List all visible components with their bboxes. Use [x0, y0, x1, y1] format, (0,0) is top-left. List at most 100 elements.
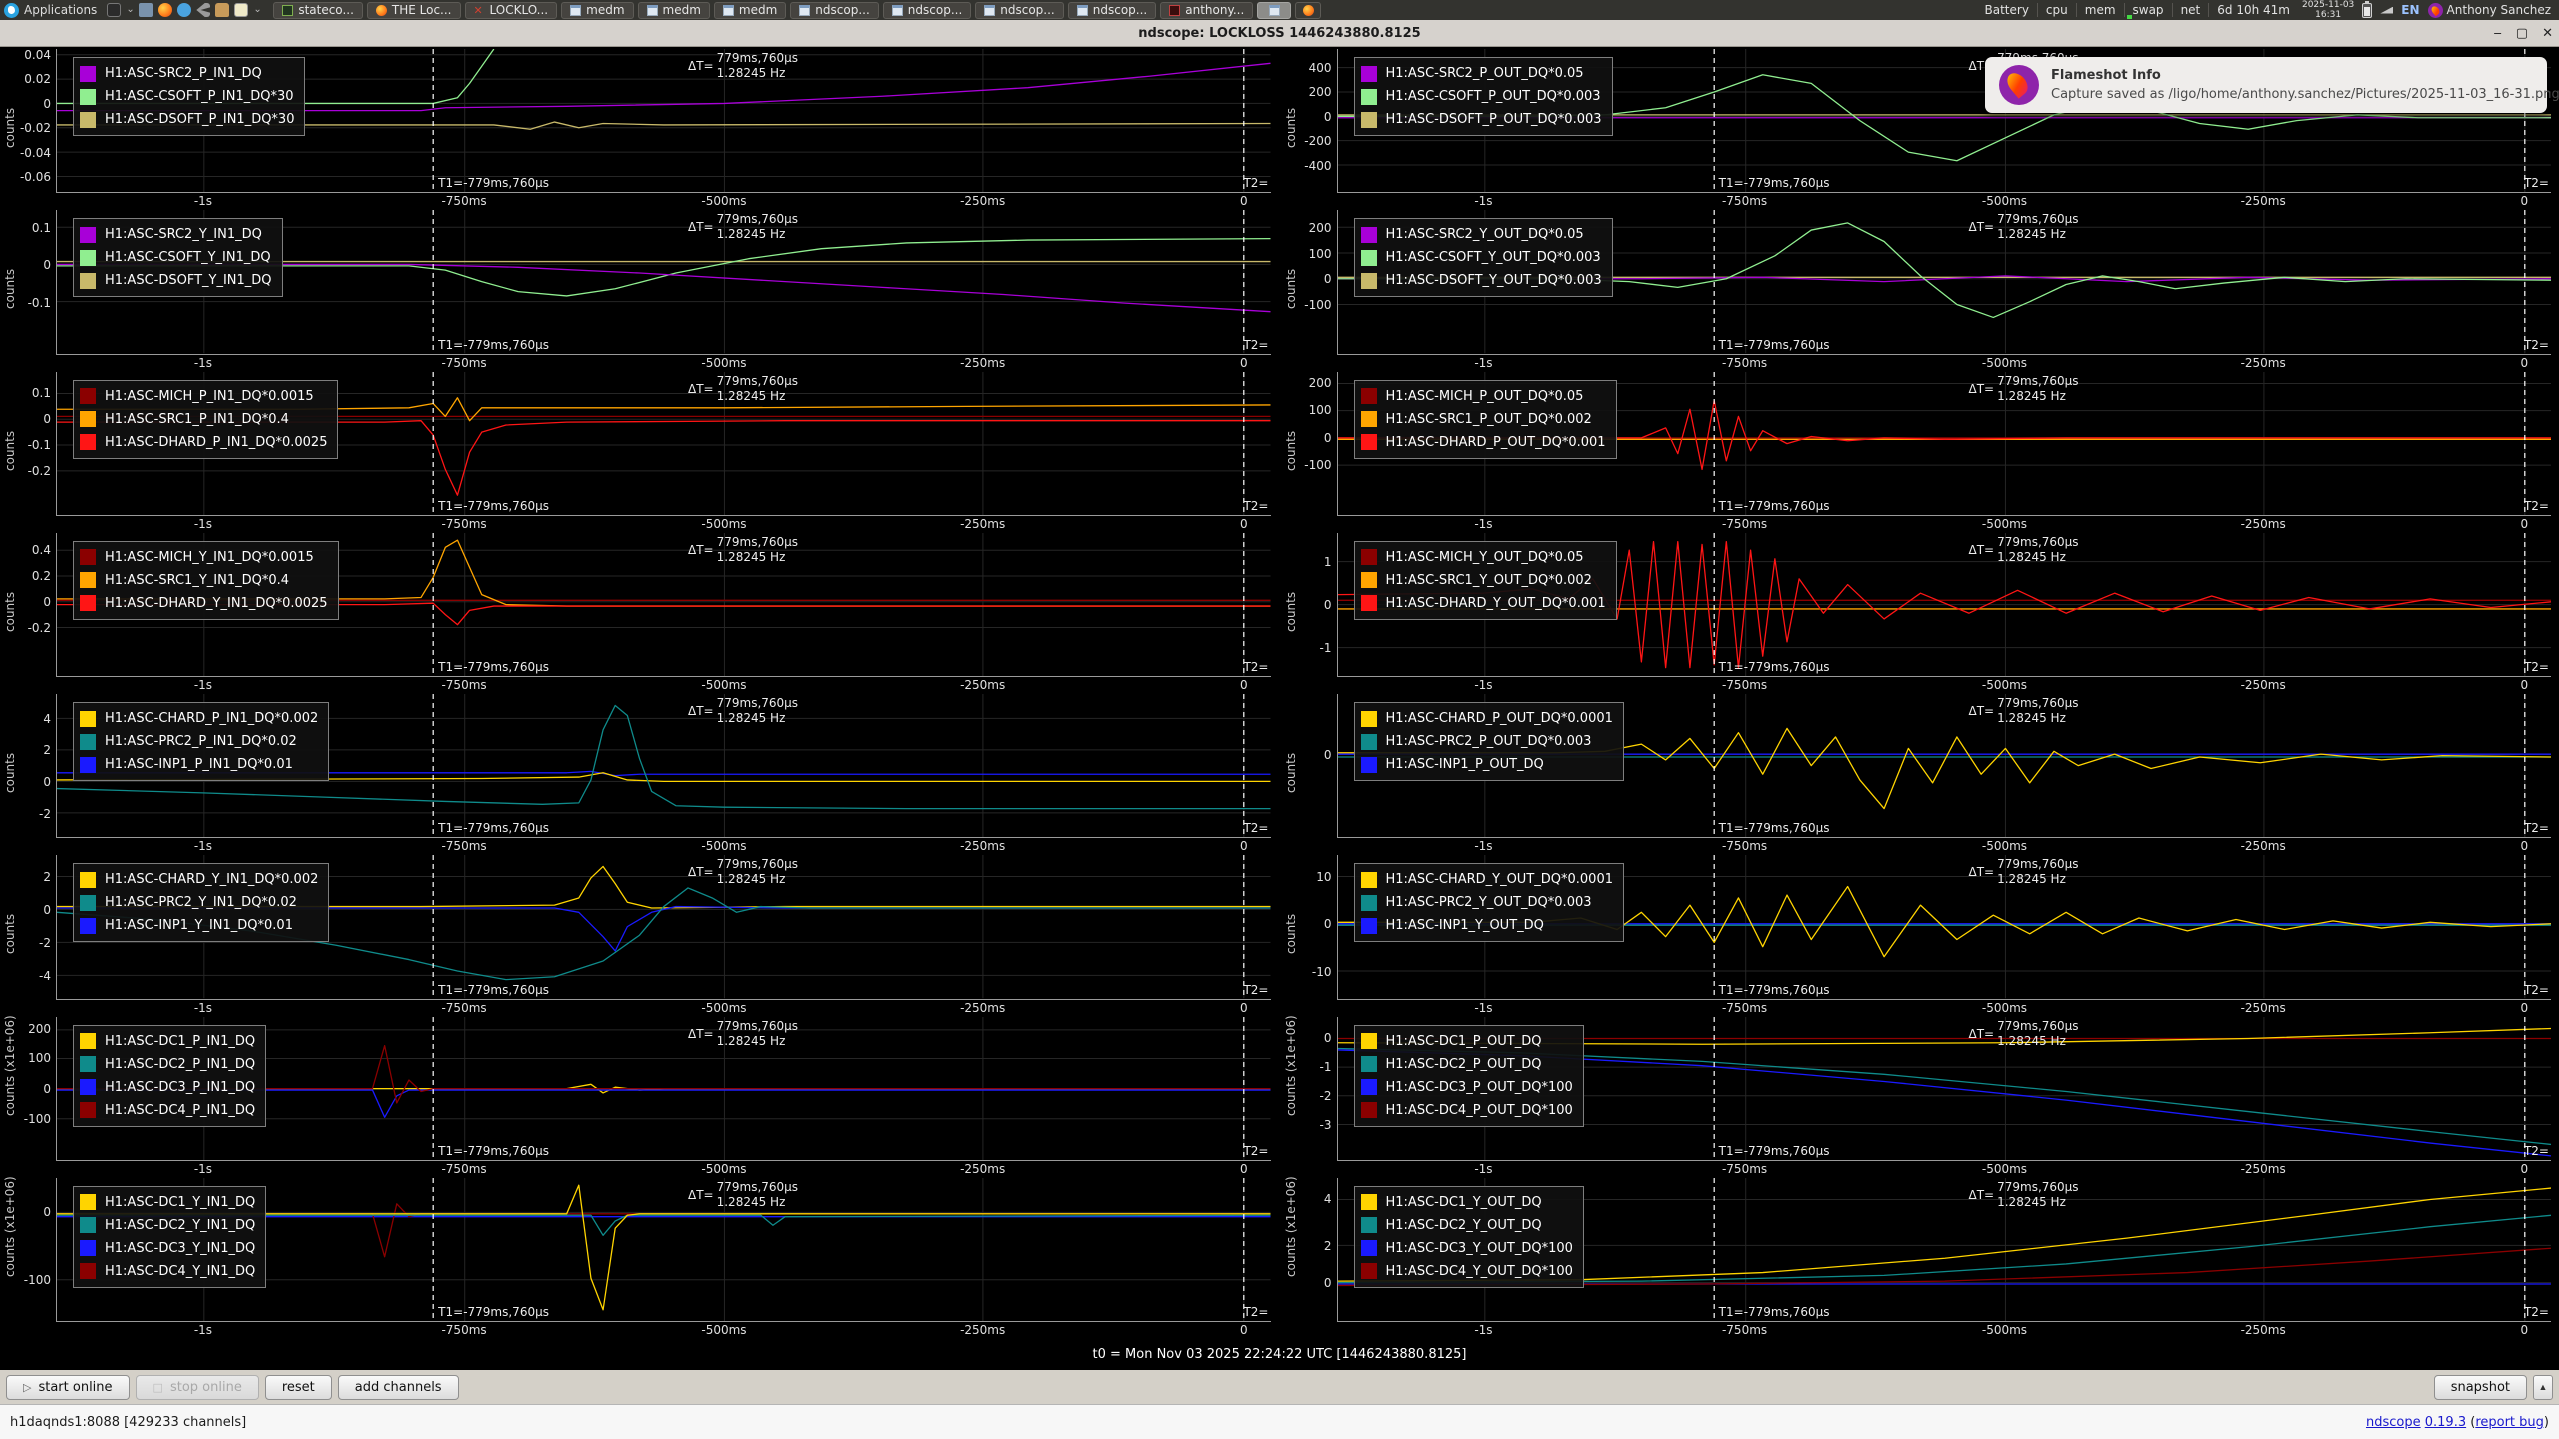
taskbar-window-3[interactable]: ✕LOCKLO...	[465, 2, 558, 19]
taskbar-window-2[interactable]: THE Loc...	[367, 2, 461, 19]
channel-name: H1:ASC-MICH_Y_IN1_DQ*0.0015	[105, 550, 314, 565]
taskbar-window-8[interactable]: ndscop...	[883, 2, 971, 19]
legend: H1:ASC-SRC2_P_IN1_DQH1:ASC-CSOFT_P_IN1_D…	[73, 57, 305, 136]
window-button-label: ndscop...	[1000, 3, 1054, 17]
plot-area-src2-y-in[interactable]: H1:ASC-SRC2_Y_IN1_DQH1:ASC-CSOFT_Y_IN1_D…	[56, 210, 1271, 354]
taskbar-window-7[interactable]: ndscop...	[790, 2, 878, 19]
taskbar-window-11[interactable]: anthony...	[1160, 2, 1253, 19]
t0-bar: t0 = Mon Nov 03 2025 22:24:22 UTC [14462…	[0, 1339, 2559, 1370]
screenshot-tool-icon[interactable]	[2380, 7, 2393, 14]
legend-swatch	[1361, 872, 1377, 888]
mem-indicator[interactable]: mem	[2076, 3, 2124, 17]
delta-t-freq: 1.28245 Hz	[1997, 1034, 2078, 1049]
taskbar-window-9[interactable]: ndscop...	[975, 2, 1063, 19]
x-tick-label: -500ms	[1982, 517, 2027, 531]
plot-area-chard-y-out[interactable]: H1:ASC-CHARD_Y_OUT_DQ*0.0001H1:ASC-PRC2_…	[1337, 855, 2552, 999]
x-tick-label: -1s	[1474, 356, 1492, 370]
plot-area-chard-y-in[interactable]: H1:ASC-CHARD_Y_IN1_DQ*0.002H1:ASC-PRC2_Y…	[56, 855, 1271, 999]
flameshot-notification[interactable]: Flameshot Info Capture saved as /ligo/ho…	[1985, 57, 2547, 113]
plot-area-dc-p-out[interactable]: H1:ASC-DC1_P_OUT_DQH1:ASC-DC2_P_OUT_DQH1…	[1337, 1017, 2552, 1161]
user-name[interactable]: Anthony Sanchez	[2447, 3, 2555, 17]
t1-cursor-label: T1=-779ms,760µs	[1719, 821, 1830, 835]
plot-area-mich-y-in[interactable]: H1:ASC-MICH_Y_IN1_DQ*0.0015H1:ASC-SRC1_Y…	[56, 533, 1271, 677]
applications-menu[interactable]: Applications	[4, 3, 97, 18]
window-titlebar[interactable]: ndscope: LOCKLOSS 1446243880.8125 ‒ ▢ ✕	[0, 20, 2559, 47]
ndscope-link[interactable]: ndscope	[2366, 1415, 2421, 1430]
snapshot-button[interactable]: snapshot	[2434, 1375, 2527, 1400]
y-tick-label: 400	[1309, 61, 1332, 75]
window-icon	[1077, 5, 1088, 16]
mail-icon[interactable]	[177, 3, 191, 17]
channel-name: H1:ASC-DC4_Y_OUT_DQ*100	[1386, 1264, 1573, 1279]
taskbar-window-active[interactable]	[1257, 2, 1291, 19]
y-tick-label: 2	[43, 743, 51, 757]
channel-name: H1:ASC-DHARD_Y_IN1_DQ*0.0025	[105, 596, 328, 611]
report-bug-link[interactable]: report bug	[2475, 1415, 2544, 1430]
plot-area-mich-p-out[interactable]: H1:ASC-MICH_P_OUT_DQ*0.05H1:ASC-SRC1_P_O…	[1337, 372, 2552, 516]
legend-swatch	[80, 250, 96, 266]
plot-area-src2-y-out[interactable]: H1:ASC-SRC2_Y_OUT_DQ*0.05H1:ASC-CSOFT_Y_…	[1337, 210, 2552, 354]
legend-swatch	[1361, 434, 1377, 450]
flameshot-tray-icon[interactable]	[2428, 3, 2443, 18]
plot-area-src2-p-in[interactable]: H1:ASC-SRC2_P_IN1_DQH1:ASC-CSOFT_P_IN1_D…	[56, 49, 1271, 193]
x-axis-chard-p-in: -1s-750ms-500ms-250ms0	[56, 838, 1271, 855]
date: 2025-11-03	[2302, 0, 2354, 10]
legend-swatch	[1361, 250, 1377, 266]
taskbar-window-6[interactable]: medm	[714, 2, 786, 19]
taskbar-window-firefox[interactable]	[1295, 2, 1321, 19]
x-tick-label: -250ms	[2241, 678, 2286, 692]
taskbar-indicators: Battery cpu mem swap net 6d 10h 41m 2025…	[1977, 0, 2556, 20]
share-icon[interactable]	[196, 3, 210, 17]
terminal-icon[interactable]	[107, 3, 121, 17]
legend-entry: H1:ASC-DC4_Y_IN1_DQ	[80, 1260, 255, 1283]
taskbar-window-4[interactable]: medm	[561, 2, 633, 19]
x-axis-mich-p-out: -1s-750ms-500ms-250ms0	[1337, 516, 2552, 533]
plot-area-chard-p-in[interactable]: H1:ASC-CHARD_P_IN1_DQ*0.002H1:ASC-PRC2_P…	[56, 694, 1271, 838]
plot-area-dc-p-in[interactable]: H1:ASC-DC1_P_IN1_DQH1:ASC-DC2_P_IN1_DQH1…	[56, 1017, 1271, 1161]
channel-name: H1:ASC-CHARD_P_IN1_DQ*0.002	[105, 711, 318, 726]
net-indicator[interactable]: net	[2172, 3, 2209, 17]
taskbar-window-1[interactable]: stateco...	[273, 2, 363, 19]
delta-t-value: 779ms,760µs	[1997, 212, 2078, 227]
plot-area-chard-p-out[interactable]: H1:ASC-CHARD_P_OUT_DQ*0.0001H1:ASC-PRC2_…	[1337, 694, 2552, 838]
contacts-icon[interactable]	[215, 3, 229, 17]
close-button[interactable]: ✕	[2542, 26, 2553, 41]
start-online-button[interactable]: ▷ start online	[6, 1375, 130, 1400]
taskbar-window-5[interactable]: medm	[638, 2, 710, 19]
uptime: 6d 10h 41m	[2208, 3, 2298, 17]
plot-area-mich-y-out[interactable]: H1:ASC-MICH_Y_OUT_DQ*0.05H1:ASC-SRC1_Y_O…	[1337, 533, 2552, 677]
delta-t-freq: 1.28245 Hz	[1997, 389, 2078, 404]
t2-cursor-label: T2=	[2524, 338, 2549, 352]
x-tick-label: -1s	[1474, 1001, 1492, 1015]
server-status: h1daqnds1:8088 [429233 channels]	[10, 1415, 246, 1430]
delta-t-annotation: ΔT=779ms,760µs1.28245 Hz	[688, 1180, 798, 1210]
minimize-button[interactable]: ‒	[2494, 26, 2502, 41]
battery-indicator[interactable]: Battery	[1977, 3, 2037, 17]
legend-entry: H1:ASC-CSOFT_P_IN1_DQ*30	[80, 85, 294, 108]
maximize-button[interactable]: ▢	[2516, 26, 2528, 41]
firefox-icon[interactable]	[158, 3, 172, 17]
expand-button[interactable]: ▲	[2533, 1375, 2553, 1400]
chevron-down-icon[interactable]: ⌄	[253, 3, 261, 17]
plot-area-dc-y-in[interactable]: H1:ASC-DC1_Y_IN1_DQH1:ASC-DC2_Y_IN1_DQH1…	[56, 1178, 1271, 1322]
window-controls: ‒ ▢ ✕	[2494, 20, 2553, 46]
folder-icon[interactable]	[139, 3, 153, 17]
reset-button[interactable]: reset	[265, 1375, 332, 1400]
notes-icon[interactable]	[234, 3, 248, 17]
plot-area-dc-y-out[interactable]: H1:ASC-DC1_Y_OUT_DQH1:ASC-DC2_Y_OUT_DQH1…	[1337, 1178, 2552, 1322]
x-axis-dc-p-in: -1s-750ms-500ms-250ms0	[56, 1161, 1271, 1178]
taskbar-window-10[interactable]: ndscop...	[1068, 2, 1156, 19]
stop-online-button[interactable]: □ stop online	[136, 1375, 259, 1400]
chevron-down-icon[interactable]: ⌄	[126, 3, 134, 17]
y-tick-label: -200	[1304, 134, 1331, 148]
clock[interactable]: 2025-11-03 16:31	[2298, 0, 2358, 20]
cpu-indicator[interactable]: cpu	[2037, 3, 2076, 17]
swap-indicator[interactable]: swap	[2124, 3, 2172, 17]
delta-t-annotation: ΔT=779ms,760µs1.28245 Hz	[1969, 535, 2079, 565]
version-link[interactable]: 0.19.3	[2425, 1415, 2466, 1430]
plot-dc-y-in: counts (x1e+06)0-100H1:ASC-DC1_Y_IN1_DQH…	[4, 1178, 1271, 1339]
x-tick-label: -750ms	[441, 1001, 486, 1015]
keyboard-layout[interactable]: EN	[2397, 3, 2423, 17]
plot-area-mich-p-in[interactable]: H1:ASC-MICH_P_IN1_DQ*0.0015H1:ASC-SRC1_P…	[56, 372, 1271, 516]
add-channels-button[interactable]: add channels	[338, 1375, 459, 1400]
